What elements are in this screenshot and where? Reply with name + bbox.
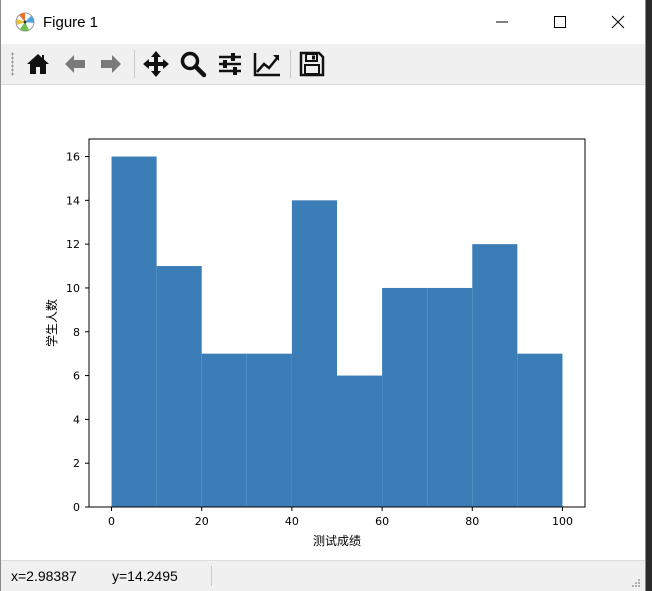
histogram-bar: [427, 287, 473, 507]
histogram-bar: [111, 156, 157, 507]
histogram-bar: [156, 266, 202, 507]
subplots-button[interactable]: [213, 48, 247, 80]
toolbar-separator: [134, 50, 135, 78]
figure-canvas[interactable]: 0 20 40 60 80 100 0 2 4 6 8 10 12 14 16 测试成绩 学生人数: [1, 85, 645, 559]
toolbar-separator: [290, 50, 291, 78]
histogram-bar: [201, 353, 247, 507]
x-tick-label: 40: [285, 515, 299, 528]
status-separator: [211, 566, 212, 586]
title-bar[interactable]: Figure 1: [1, 0, 645, 44]
zoom-button[interactable]: [176, 48, 210, 80]
save-button[interactable]: [295, 48, 329, 80]
home-button[interactable]: [21, 48, 55, 80]
edit-axes-button[interactable]: [250, 48, 284, 80]
x-coordinate-readout: x=2.98387: [11, 568, 77, 584]
x-tick-label: 100: [552, 515, 573, 528]
x-tick-label: 20: [195, 515, 209, 528]
x-axis-label: 测试成绩: [313, 533, 361, 548]
y-tick-label: 2: [73, 457, 80, 470]
y-coordinate-readout: y=14.2495: [112, 568, 178, 584]
floppy-icon: [299, 51, 325, 77]
minimize-button[interactable]: [473, 0, 531, 44]
move-icon: [143, 51, 169, 77]
sliders-icon: [219, 53, 241, 75]
window-title: Figure 1: [43, 14, 99, 31]
y-tick-label: 4: [73, 413, 80, 426]
histogram-bar: [246, 353, 292, 507]
back-button[interactable]: [58, 48, 92, 80]
histogram-bar: [337, 375, 383, 507]
x-tick-label: 0: [108, 515, 115, 528]
arrow-right-icon: [101, 55, 121, 73]
maximize-icon: [554, 16, 566, 28]
magnifier-icon: [180, 51, 207, 78]
y-tick-label: 6: [73, 370, 80, 383]
x-tick-label: 60: [375, 515, 389, 528]
minimize-icon: [496, 21, 508, 23]
histogram-bar: [472, 244, 518, 507]
x-tick-label: 80: [465, 515, 479, 528]
y-tick-label: 14: [66, 194, 80, 207]
histogram-bar: [291, 200, 337, 507]
histogram-bar: [517, 353, 563, 507]
resize-grip-icon[interactable]: [631, 578, 641, 588]
navigation-toolbar: [1, 44, 645, 85]
histogram-chart: 0 20 40 60 80 100 0 2 4 6 8 10 12 14 16 测试成绩 学生人数: [44, 138, 586, 548]
close-button[interactable]: [589, 0, 645, 44]
y-tick-label: 0: [73, 501, 80, 514]
maximize-button[interactable]: [531, 0, 589, 44]
y-tick-label: 12: [66, 238, 80, 251]
figure-window: Figure 1 0 20 40 60 80 100 0 2 4 6 8 10 …: [0, 0, 646, 591]
y-tick-label: 10: [66, 282, 80, 295]
forward-button[interactable]: [94, 48, 128, 80]
home-icon: [27, 54, 49, 74]
status-bar: x=2.98387 y=14.2495: [1, 560, 645, 591]
close-icon: [611, 15, 625, 29]
arrow-left-icon: [65, 55, 85, 73]
toolbar-grip[interactable]: [11, 52, 14, 76]
line-chart-icon: [253, 53, 280, 77]
y-tick-label: 16: [66, 151, 80, 164]
matplotlib-app-icon: [15, 12, 35, 32]
histogram-bar: [382, 287, 428, 507]
y-axis-label: 学生人数: [44, 299, 59, 347]
pan-button[interactable]: [139, 48, 173, 80]
y-tick-label: 8: [73, 326, 80, 339]
